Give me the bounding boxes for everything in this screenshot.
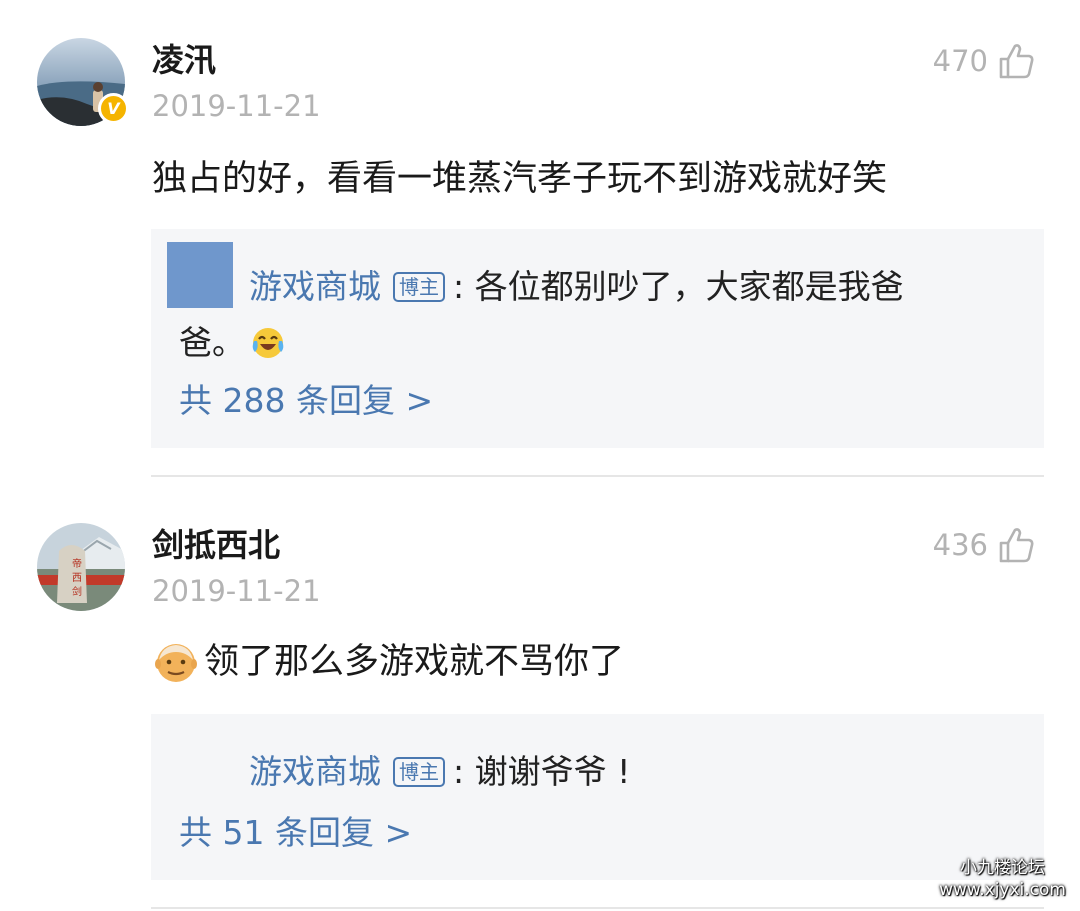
reply-line: 游戏商城 博主 : 各位都别吵了，大家都是我爸 — [249, 265, 904, 309]
reply-author[interactable]: 游戏商城 — [249, 750, 381, 794]
thumbs-up-icon — [998, 526, 1034, 564]
reply-text: : 各位都别吵了，大家都是我爸 — [453, 267, 904, 306]
reply-author[interactable]: 游戏商城 — [249, 265, 381, 309]
avatar[interactable]: 帝 西 剑 — [37, 523, 125, 611]
svg-text:西: 西 — [72, 573, 82, 584]
like-button[interactable]: 436 — [933, 525, 1034, 565]
reply-line: 游戏商城 博主 : 谢谢爷爷 ! — [249, 750, 630, 794]
like-count: 470 — [932, 44, 988, 78]
host-badge: 博主 — [393, 272, 445, 302]
laughing-crying-emoji-icon — [251, 326, 285, 360]
watermark-title: 小九楼论坛 — [960, 858, 1046, 878]
comment-text: 领了那么多游戏就不骂你了 — [152, 640, 624, 684]
username[interactable]: 凌汛 — [152, 40, 216, 80]
username[interactable]: 剑抵西北 — [152, 525, 280, 565]
divider — [151, 907, 1044, 909]
watermark-url: www.xjyxi.com — [939, 880, 1066, 900]
thumbs-up-icon — [998, 42, 1034, 80]
verified-badge-icon: V — [98, 93, 129, 124]
reply-author-avatar — [167, 242, 233, 308]
reply-preview[interactable]: 游戏商城 博主 : 谢谢爷爷 ! 共 51 条回复 > — [151, 714, 1044, 880]
reply-preview[interactable]: 游戏商城 博主 : 各位都别吵了，大家都是我爸 爸。 共 288 条回复 > — [151, 229, 1044, 448]
host-badge: 博主 — [393, 757, 445, 787]
comment-date: 2019-11-21 — [152, 574, 321, 608]
old-man-emoji-icon — [154, 640, 198, 684]
reply-text: : 谢谢爷爷 ! — [453, 752, 631, 791]
comment-text: 独占的好，看看一堆蒸汽孝子玩不到游戏就好笑 — [152, 159, 888, 199]
reply-text-continued: 爸。 — [179, 323, 245, 362]
svg-text:帝: 帝 — [72, 557, 82, 570]
svg-text:剑: 剑 — [72, 585, 82, 598]
like-button[interactable]: 470 — [933, 41, 1034, 81]
like-count: 436 — [932, 528, 988, 562]
view-replies-link[interactable]: 共 51 条回复 > — [179, 811, 412, 855]
comment-list: V 凌汛 2019-11-21 470 独占的好，看看一堆蒸汽孝子玩不到游戏就好… — [0, 0, 1080, 911]
view-replies-link[interactable]: 共 288 条回复 > — [179, 379, 433, 423]
divider — [151, 475, 1044, 477]
watermark: 小九楼论坛 www.xjyxi.com — [939, 857, 1066, 901]
reply-line-continued: 爸。 — [179, 321, 291, 365]
comment-date: 2019-11-21 — [152, 89, 321, 123]
